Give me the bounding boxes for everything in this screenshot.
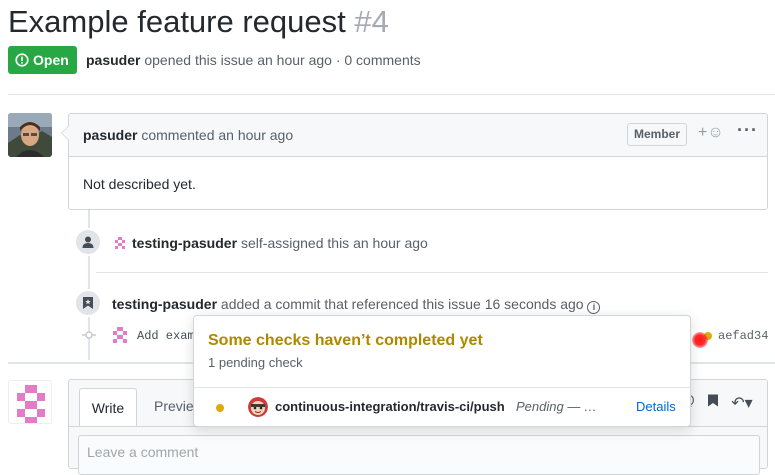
commit-message-link[interactable]: Add exam bbox=[137, 329, 195, 343]
popover-title: Some checks haven’t completed yet bbox=[208, 332, 483, 349]
issue-comment: pasuder commented an hour ago Member +☺ … bbox=[61, 113, 768, 210]
check-status: Pending — … bbox=[516, 399, 597, 414]
git-commit-icon bbox=[82, 331, 96, 339]
issue-opened-text: opened this issue an hour ago · 0 commen… bbox=[144, 52, 421, 68]
timeline-badge-reference bbox=[74, 289, 102, 317]
check-row: continuous-integration/travis-ci/push Pe… bbox=[194, 388, 690, 427]
reply-dropdown-icon[interactable]: ↶▾ bbox=[731, 393, 752, 413]
comment-textarea[interactable]: Leave a comment bbox=[78, 435, 760, 475]
bookmark-icon bbox=[83, 297, 93, 309]
add-reaction-button[interactable]: +☺ bbox=[698, 124, 724, 142]
timeline-badge-assign bbox=[74, 228, 102, 256]
comment-options-button[interactable]: ··· bbox=[737, 120, 758, 141]
tab-write[interactable]: Write bbox=[79, 388, 137, 426]
kebab-icon: ··· bbox=[737, 120, 758, 140]
issue-number: #4 bbox=[354, 4, 389, 39]
travis-ci-logo-icon bbox=[248, 397, 268, 417]
saved-reply-icon[interactable] bbox=[707, 393, 719, 408]
issue-title: Example feature request #4 bbox=[8, 2, 389, 42]
comment-author-link[interactable]: pasuder bbox=[83, 127, 137, 143]
cursor-indicator bbox=[692, 332, 708, 348]
issue-state-label: Open bbox=[33, 52, 69, 68]
committer-avatar-icon[interactable] bbox=[110, 326, 130, 346]
comment-time[interactable]: commented an hour ago bbox=[141, 127, 293, 143]
comment-header: pasuder commented an hour ago Member +☺ … bbox=[69, 114, 767, 157]
issue-author-link[interactable]: pasuder bbox=[86, 52, 140, 68]
event-actor-link[interactable]: testing-pasuder bbox=[112, 296, 217, 312]
commit-sha-link[interactable]: aefad34 bbox=[718, 329, 768, 343]
comment-author-avatar[interactable] bbox=[8, 113, 52, 157]
event-text: self-assigned this an hour ago bbox=[241, 235, 428, 251]
issue-meta: pasuder opened this issue an hour ago · … bbox=[86, 52, 421, 68]
timeline-divider bbox=[96, 272, 768, 273]
commit-row: Add exam bbox=[110, 326, 195, 346]
pending-dot-icon bbox=[216, 404, 224, 412]
event-actor-link[interactable]: testing-pasuder bbox=[132, 235, 237, 251]
issue-title-text: Example feature request bbox=[8, 4, 346, 39]
person-icon bbox=[82, 236, 94, 248]
add-reaction-icon: +☺ bbox=[698, 124, 724, 141]
commit-status[interactable]: aefad34 bbox=[704, 329, 768, 343]
event-text: added a commit that referenced this issu… bbox=[220, 296, 584, 312]
timeline-event-reference: testing-pasuder added a commit that refe… bbox=[112, 296, 601, 314]
issue-state-badge: Open bbox=[8, 46, 77, 74]
popover-subtitle: 1 pending check bbox=[208, 355, 303, 370]
comment-placeholder: Leave a comment bbox=[87, 444, 199, 460]
check-name: continuous-integration/travis-ci/push bbox=[275, 399, 505, 414]
comment-body: Not described yet. bbox=[83, 176, 196, 192]
comment-author-line: pasuder commented an hour ago bbox=[83, 127, 293, 143]
member-badge: Member bbox=[627, 123, 688, 146]
check-details-link[interactable]: Details bbox=[636, 399, 676, 414]
issue-opened-icon bbox=[15, 53, 29, 67]
header-divider bbox=[8, 94, 775, 95]
actor-avatar-icon[interactable] bbox=[112, 235, 128, 251]
timeline-event-assign: testing-pasuder self-assigned this an ho… bbox=[112, 235, 428, 251]
checks-popover: Some checks haven’t completed yet 1 pend… bbox=[193, 315, 691, 427]
tab-preview[interactable]: Previe bbox=[154, 398, 194, 414]
info-icon[interactable]: i bbox=[587, 301, 601, 314]
current-user-avatar[interactable] bbox=[8, 380, 52, 424]
